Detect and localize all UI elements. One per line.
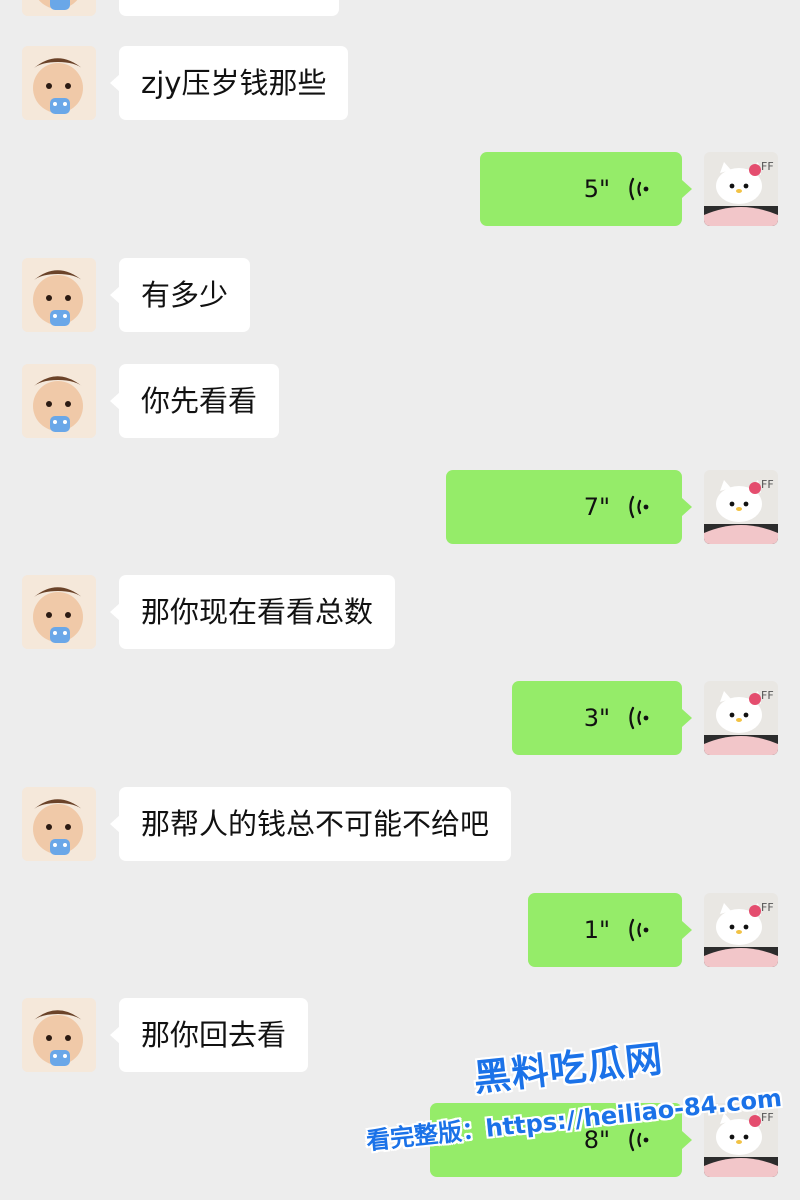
outgoing-avatar[interactable]: FF: [704, 681, 778, 755]
hello-kitty-avatar-icon: FF: [704, 681, 778, 755]
outgoing-avatar[interactable]: FF: [704, 1103, 778, 1177]
svg-text:FF: FF: [761, 689, 774, 702]
message-row: 1" FF: [0, 893, 800, 971]
incoming-avatar[interactable]: [22, 998, 96, 1072]
partially-visible-incoming-bubble: [119, 0, 339, 16]
incoming-avatar[interactable]: [22, 46, 96, 120]
message-row: 7" FF: [0, 470, 800, 548]
outgoing-avatar[interactable]: FF: [704, 152, 778, 226]
outgoing-voice-bubble[interactable]: 8": [430, 1103, 692, 1177]
message-row: 5" FF: [0, 152, 800, 230]
svg-text:FF: FF: [761, 478, 774, 491]
message-text: 那你现在看看总数: [141, 594, 374, 629]
message-row: 那你现在看看总数: [0, 575, 800, 653]
outgoing-voice-bubble[interactable]: 1": [528, 893, 692, 967]
baby-avatar-icon: [22, 364, 96, 438]
voice-duration: 8": [583, 1126, 610, 1154]
voice-duration: 3": [583, 704, 610, 732]
incoming-text-bubble[interactable]: 那你现在看看总数: [109, 575, 396, 649]
message-text: 那帮人的钱总不可能不给吧: [141, 806, 490, 841]
outgoing-voice-bubble[interactable]: 3": [512, 681, 692, 755]
message-row: 8" FF: [0, 1103, 800, 1181]
baby-avatar-icon: [22, 787, 96, 861]
message-text: 你先看看: [141, 383, 258, 418]
baby-avatar-icon: [22, 0, 96, 16]
incoming-text-bubble[interactable]: 你先看看: [109, 364, 280, 438]
incoming-text-bubble[interactable]: 有多少: [109, 258, 251, 332]
svg-text:FF: FF: [761, 1111, 774, 1124]
message-text: 有多少: [141, 277, 229, 312]
outgoing-voice-bubble[interactable]: 5": [480, 152, 692, 226]
message-row: zjy压岁钱那些: [0, 46, 800, 124]
message-row: 3" FF: [0, 681, 800, 759]
voice-wave-icon: [629, 706, 649, 730]
message-row: 那你回去看: [0, 998, 800, 1076]
message-row: 有多少: [0, 258, 800, 336]
outgoing-avatar[interactable]: FF: [704, 470, 778, 544]
baby-avatar-icon: [22, 46, 96, 120]
incoming-text-bubble[interactable]: 那你回去看: [109, 998, 309, 1072]
svg-text:FF: FF: [761, 901, 774, 914]
baby-avatar-icon: [22, 258, 96, 332]
baby-avatar-icon: [22, 998, 96, 1072]
hello-kitty-avatar-icon: FF: [704, 470, 778, 544]
outgoing-voice-bubble[interactable]: 7": [446, 470, 692, 544]
incoming-avatar[interactable]: [22, 575, 96, 649]
hello-kitty-avatar-icon: FF: [704, 152, 778, 226]
hello-kitty-avatar-icon: FF: [704, 1103, 778, 1177]
voice-wave-icon: [629, 177, 649, 201]
svg-text:FF: FF: [761, 160, 774, 173]
outgoing-avatar[interactable]: FF: [704, 893, 778, 967]
message-text: zjy压岁钱那些: [141, 65, 327, 100]
incoming-avatar[interactable]: [22, 787, 96, 861]
message-text: 那你回去看: [141, 1017, 287, 1052]
voice-duration: 1": [583, 916, 610, 944]
incoming-text-bubble[interactable]: zjy压岁钱那些: [109, 46, 349, 120]
incoming-avatar[interactable]: [22, 364, 96, 438]
hello-kitty-avatar-icon: FF: [704, 893, 778, 967]
incoming-avatar[interactable]: [22, 258, 96, 332]
voice-duration: 5": [583, 175, 610, 203]
voice-duration: 7": [583, 493, 610, 521]
voice-wave-icon: [629, 918, 649, 942]
message-row: 你先看看: [0, 364, 800, 442]
voice-wave-icon: [629, 1128, 649, 1152]
incoming-text-bubble[interactable]: 那帮人的钱总不可能不给吧: [109, 787, 512, 861]
baby-avatar-icon: [22, 575, 96, 649]
partially-visible-incoming-avatar: [22, 0, 96, 16]
voice-wave-icon: [629, 495, 649, 519]
message-row: 那帮人的钱总不可能不给吧: [0, 787, 800, 865]
chat-window: zjy压岁钱那些 5" FF 有多少 你先看看 7" FF 那你现在看看总数 3…: [0, 0, 800, 1200]
